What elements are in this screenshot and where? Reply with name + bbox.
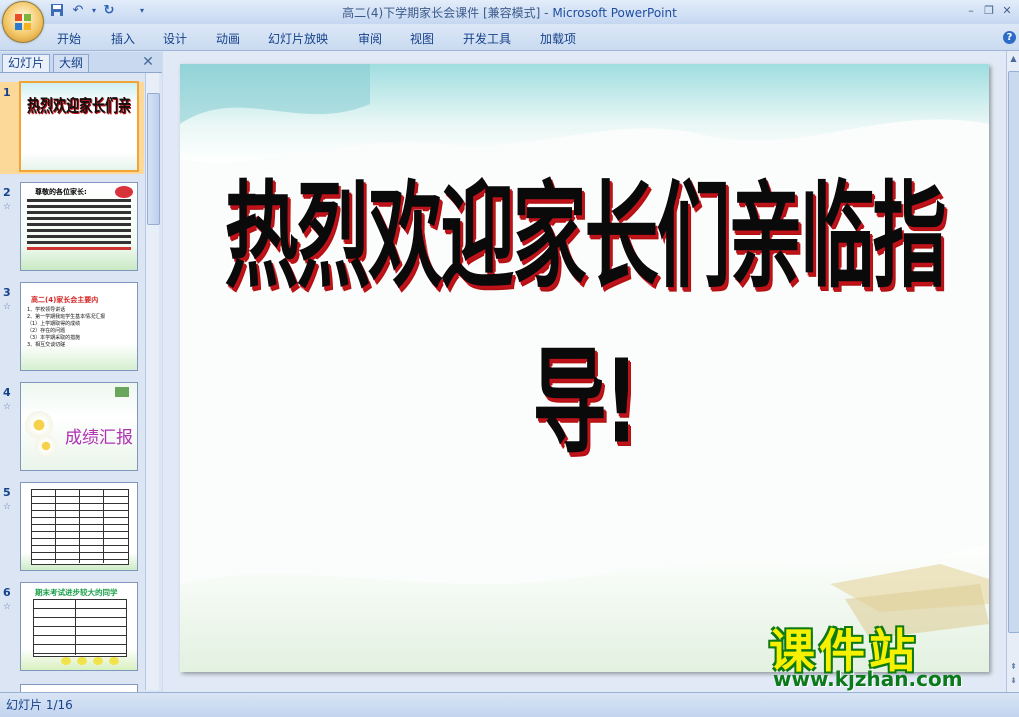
thumbnail-preview: 期末考试进步较大的同学 (20, 582, 138, 671)
thumbnail-agenda: 1、学校领导讲话 2、第一学期我班学生基本情况汇报 （1）上学期取得的成绩 （2… (27, 307, 105, 349)
thumbnail-title: 高二(4)家长会主要内 (31, 296, 99, 304)
thumbnail-preview (20, 482, 138, 571)
slide-number: 6 (3, 586, 11, 599)
thumbnail-preview: 热烈欢迎家长们亲临指导! (19, 81, 139, 172)
office-logo-icon (15, 14, 31, 30)
slide-number: 2 (3, 186, 11, 199)
thumbnail-title: 热烈欢迎家长们亲临指导! (27, 97, 131, 117)
close-button[interactable]: ✕ (998, 3, 1016, 19)
slide-thumbnail-4[interactable]: 4 ☆ 成绩汇报 (0, 382, 144, 474)
slide-number: 1 (3, 86, 11, 99)
prev-slide-icon[interactable]: ⇞ (1008, 661, 1019, 673)
office-button[interactable] (2, 1, 44, 43)
slide-canvas[interactable]: 热烈欢迎家长们亲临指导! (180, 64, 989, 672)
tab-addins[interactable]: 加载项 (540, 30, 576, 46)
minimize-button[interactable]: – (962, 3, 980, 19)
thumbnail-title: 成绩汇报 (65, 428, 133, 448)
slide-scrollbar[interactable]: ▲ ⇞ ⇟ (1006, 51, 1019, 692)
animation-star-icon: ☆ (3, 302, 12, 312)
animation-star-icon: ☆ (3, 202, 12, 212)
thumbnail-title: 期末考试进步较大的同学 (35, 588, 118, 597)
tab-view[interactable]: 视图 (410, 30, 434, 46)
slide-number: 4 (3, 386, 11, 399)
thumbnail-preview: 高二(4)家长会主要内 1、学校领导讲话 2、第一学期我班学生基本情况汇报 （1… (20, 282, 138, 371)
tab-outline[interactable]: 大纲 (53, 54, 90, 72)
slide-position: 幻灯片 1/16 (6, 698, 73, 712)
help-icon[interactable]: ? (1003, 31, 1016, 44)
tab-home[interactable]: 开始 (57, 30, 81, 46)
animation-star-icon: ☆ (3, 402, 12, 412)
thumbnail-table (33, 599, 127, 657)
agenda-item: 1、学校领导讲话 (27, 307, 66, 313)
slide-thumbnail-6[interactable]: 6 ☆ 期末考试进步较大的同学 (0, 582, 144, 674)
app-name: Microsoft PowerPoint (552, 6, 677, 20)
tab-review[interactable]: 审阅 (358, 30, 382, 46)
agenda-item: （1）上学期取得的成绩 (27, 321, 81, 327)
document-name: 高二(4)下学期家长会课件 [兼容模式] - (342, 6, 553, 20)
book-icon (115, 387, 129, 397)
thumbnail-table (31, 489, 129, 565)
slide-thumbnail-5[interactable]: 5 ☆ (0, 482, 144, 574)
status-bar (0, 692, 1019, 717)
thumbnail-scrollbar[interactable] (145, 73, 160, 690)
animation-star-icon: ☆ (3, 502, 12, 512)
restore-button[interactable]: ❐ (980, 3, 998, 19)
thumbnail-preview: 成绩汇报 (20, 382, 138, 471)
tab-slides[interactable]: 幻灯片 (2, 54, 51, 72)
agenda-item: 3、相互交谈切磋 (27, 342, 66, 348)
tab-insert[interactable]: 插入 (111, 30, 135, 46)
tab-developer[interactable]: 开发工具 (463, 30, 511, 46)
watermark: 课件站 www.kjzhan.com (765, 615, 1005, 691)
scroll-thumb[interactable] (147, 93, 160, 225)
decor-dots (61, 657, 71, 665)
scroll-thumb[interactable] (1008, 71, 1019, 633)
agenda-item: （2）存在的问题 (27, 328, 66, 334)
watermark-url: www.kjzhan.com (773, 667, 963, 691)
table-column (75, 599, 76, 655)
animation-star-icon: ☆ (3, 602, 12, 612)
slide-thumbnail-1[interactable]: 1 热烈欢迎家长们亲临指导! (0, 81, 144, 174)
next-slide-icon[interactable]: ⇟ (1008, 675, 1019, 687)
thumbnail-title: 尊敬的各位家长: (35, 188, 87, 196)
daisy-icon (35, 435, 57, 457)
slide-number: 5 (3, 486, 11, 499)
slide-title[interactable]: 热烈欢迎家长们亲临指导! (180, 144, 989, 476)
slide-number: 3 (3, 286, 11, 299)
thumbnail-preview: 尊敬的各位家长: (20, 182, 138, 271)
table-columns (55, 489, 56, 563)
slide-thumbnail-2[interactable]: 2 ☆ 尊敬的各位家长: (0, 182, 144, 274)
slide-thumbnail-3[interactable]: 3 ☆ 高二(4)家长会主要内 1、学校领导讲话 2、第一学期我班学生基本情况汇… (0, 282, 144, 374)
agenda-item: （3）本学期采取的措施 (27, 335, 81, 341)
flower-icon (115, 186, 133, 198)
tab-slideshow[interactable]: 幻灯片放映 (268, 30, 328, 46)
text-lines (27, 199, 131, 202)
pane-close-icon[interactable]: ✕ (140, 54, 156, 70)
scroll-up-icon[interactable]: ▲ (1008, 53, 1019, 65)
window-title: 高二(4)下学期家长会课件 [兼容模式] - Microsoft PowerPo… (0, 4, 1019, 21)
tab-animations[interactable]: 动画 (216, 30, 240, 46)
agenda-item: 2、第一学期我班学生基本情况汇报 (27, 314, 106, 320)
tab-design[interactable]: 设计 (163, 30, 187, 46)
